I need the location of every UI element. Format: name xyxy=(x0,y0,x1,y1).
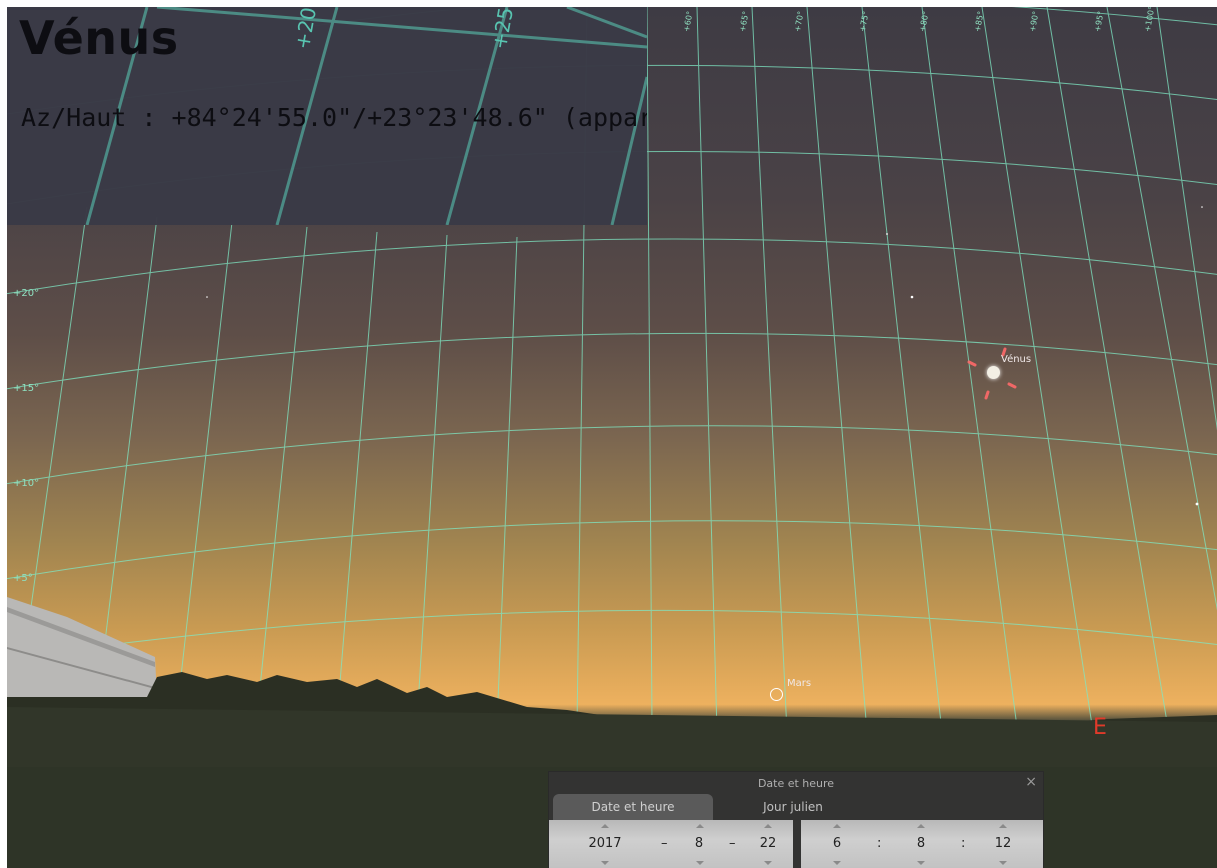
date-separator: – xyxy=(661,836,668,851)
year-up-arrow-icon[interactable] xyxy=(601,824,609,828)
month-down-arrow-icon[interactable] xyxy=(696,861,704,865)
day-spinbox[interactable]: 22 xyxy=(755,836,781,851)
minute-down-arrow-icon[interactable] xyxy=(917,861,925,865)
minute-spinbox[interactable]: 8 xyxy=(911,836,931,851)
planetarium-view[interactable]: +20° +15° +10° +5° +60° +65° +70° +75° +… xyxy=(7,7,1217,868)
altitude-label: +10° xyxy=(13,478,40,489)
date-separator: – xyxy=(729,836,736,851)
venus-planet[interactable] xyxy=(987,366,1000,379)
time-separator: : xyxy=(961,836,966,851)
mars-label: Mars xyxy=(787,678,812,689)
month-spinbox[interactable]: 8 xyxy=(689,836,709,851)
dialog-title: Date et heure xyxy=(757,777,835,790)
cardinal-east-label: E xyxy=(1093,715,1107,740)
altitude-label: +20° xyxy=(13,288,40,299)
altitude-label: +15° xyxy=(13,383,40,394)
close-icon[interactable]: × xyxy=(1025,774,1037,790)
day-down-arrow-icon[interactable] xyxy=(764,861,772,865)
object-info-panel: +20 +25 Vénus Az/Haut : +84°24'55.0"/+23… xyxy=(7,7,647,225)
venus-label: Vénus xyxy=(1001,354,1032,365)
altitude-label: +5° xyxy=(13,573,33,584)
second-spinbox[interactable]: 12 xyxy=(989,836,1017,851)
hour-spinbox[interactable]: 6 xyxy=(827,836,847,851)
hour-up-arrow-icon[interactable] xyxy=(833,824,841,828)
date-panel: 2017 – 8 – 22 xyxy=(549,820,793,868)
second-down-arrow-icon[interactable] xyxy=(999,861,1007,865)
month-up-arrow-icon[interactable] xyxy=(696,824,704,828)
date-time-dialog: Date et heure × Date et heure Jour julie… xyxy=(548,771,1044,868)
tab-julian-day[interactable]: Jour julien xyxy=(713,794,873,820)
time-panel: 6 : 8 : 12 xyxy=(801,820,1043,868)
year-down-arrow-icon[interactable] xyxy=(601,861,609,865)
day-up-arrow-icon[interactable] xyxy=(764,824,772,828)
hour-down-arrow-icon[interactable] xyxy=(833,861,841,865)
time-separator: : xyxy=(877,836,882,851)
object-coordinates: Az/Haut : +84°24'55.0"/+23°23'48.6" (app… xyxy=(21,103,647,132)
mars-marker[interactable] xyxy=(770,688,783,701)
object-name: Vénus xyxy=(19,11,179,65)
second-up-arrow-icon[interactable] xyxy=(999,824,1007,828)
year-spinbox[interactable]: 2017 xyxy=(587,836,623,851)
tab-date-time[interactable]: Date et heure xyxy=(553,794,713,820)
minute-up-arrow-icon[interactable] xyxy=(917,824,925,828)
